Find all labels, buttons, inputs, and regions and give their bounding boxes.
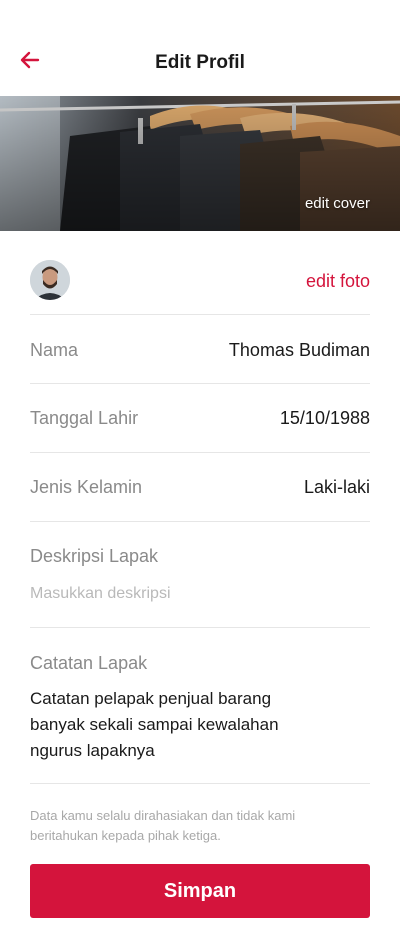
edit-photo-button[interactable]: edit foto — [306, 271, 370, 292]
privacy-line: Data kamu selalu dirahasiakan dan tidak … — [30, 808, 296, 823]
edit-cover-button[interactable]: edit cover — [305, 195, 370, 212]
name-value: Thomas Budiman — [228, 340, 370, 360]
privacy-notice: Data kamu selalu dirahasiakan dan tidak … — [30, 806, 360, 846]
description-input[interactable]: Masukkan deskripsi — [30, 585, 171, 603]
profile-photo-row: edit foto — [30, 231, 370, 315]
gender-value: Laki-laki — [303, 477, 370, 497]
save-button[interactable]: Simpan — [30, 864, 370, 918]
notes-label: Catatan Lapak — [30, 653, 148, 673]
notes-line: banyak sekali sampai kewalahan — [30, 715, 279, 734]
birth-date-value: 15/10/1988 — [279, 408, 370, 428]
birth-date-row[interactable]: Tanggal Lahir 15/10/1988 — [30, 384, 370, 453]
avatar[interactable] — [30, 260, 70, 300]
gender-label: Jenis Kelamin — [30, 477, 143, 497]
gender-row[interactable]: Jenis Kelamin Laki-laki — [30, 453, 370, 522]
page-title: Edit Profil — [155, 52, 245, 73]
notes-line: ngurus lapaknya — [30, 741, 155, 760]
notes-line: Catatan pelapak penjual barang — [30, 689, 272, 708]
description-label: Deskripsi Lapak — [30, 546, 159, 566]
notes-input[interactable]: Catatan pelapak penjual barang banyak se… — [30, 686, 330, 764]
header: Edit Profil — [0, 0, 400, 96]
privacy-line: beritahukan kepada pihak ketiga. — [30, 828, 221, 843]
notes-row[interactable]: Catatan Lapak Catatan pelapak penjual ba… — [30, 628, 370, 784]
birth-date-label: Tanggal Lahir — [30, 408, 139, 428]
description-row[interactable]: Deskripsi Lapak Masukkan deskripsi — [30, 522, 370, 628]
name-label: Nama — [30, 340, 79, 360]
name-row[interactable]: Nama Thomas Budiman — [30, 315, 370, 384]
